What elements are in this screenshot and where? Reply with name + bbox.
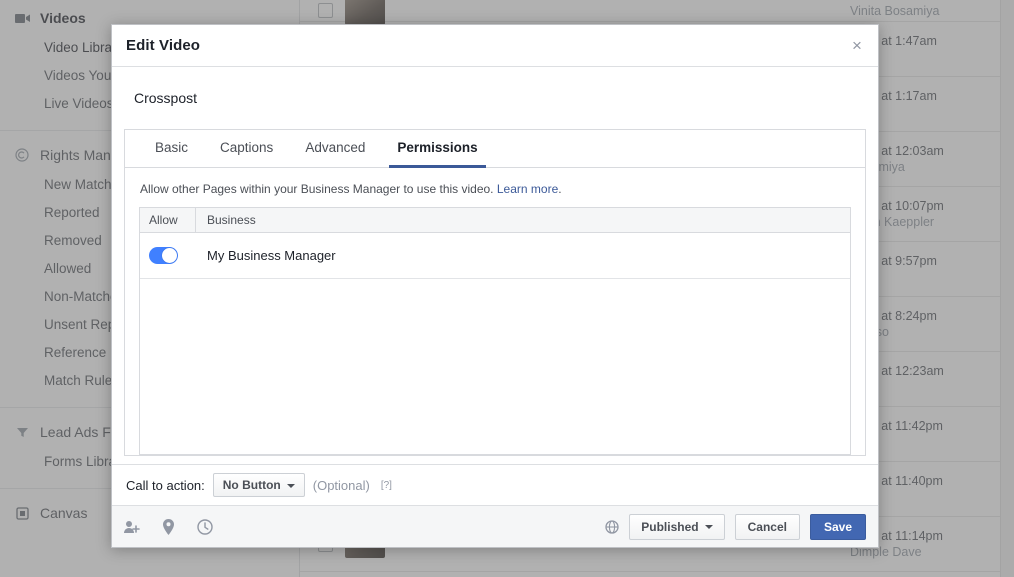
table-row: My Business Manager	[140, 233, 850, 279]
tag-person-icon[interactable]	[124, 520, 140, 534]
location-pin-icon[interactable]	[162, 518, 175, 535]
chevron-down-icon	[704, 525, 713, 530]
permissions-description-suffix: .	[558, 182, 562, 196]
dialog-action-bar: Published Cancel Save	[112, 505, 878, 547]
call-to-action-value: No Button	[222, 478, 281, 492]
column-header-business: Business	[207, 213, 256, 227]
permissions-description: Allow other Pages within your Business M…	[125, 168, 865, 197]
dialog-body: Crosspost Basic Captions Advanced Permis…	[112, 67, 878, 464]
tab-bar: Basic Captions Advanced Permissions	[125, 130, 865, 168]
close-icon[interactable]: ×	[846, 34, 868, 56]
table-header-row: Allow Business	[140, 208, 850, 233]
permissions-description-text: Allow other Pages within your Business M…	[140, 182, 494, 196]
clock-icon[interactable]	[197, 518, 213, 535]
call-to-action-bar: Call to action: No Button (Optional) [?]	[112, 464, 878, 505]
table-empty-area	[140, 279, 850, 454]
tab-captions[interactable]: Captions	[204, 140, 289, 167]
learn-more-link[interactable]: Learn more	[497, 182, 558, 196]
optional-label: (Optional)	[312, 477, 370, 493]
publish-status-select[interactable]: Published	[629, 513, 725, 540]
crosspost-section-label: Crosspost	[134, 90, 198, 106]
permissions-panel: Basic Captions Advanced Permissions Allo…	[124, 129, 866, 456]
allow-cell	[140, 233, 196, 278]
publish-status-value: Published	[641, 519, 699, 534]
dialog-header: Edit Video ×	[112, 25, 878, 67]
call-to-action-label: Call to action:	[126, 477, 205, 493]
tab-advanced[interactable]: Advanced	[289, 140, 381, 167]
chevron-down-icon	[286, 483, 295, 488]
help-icon[interactable]: [?]	[381, 480, 392, 491]
business-name-cell: My Business Manager	[207, 248, 336, 263]
cancel-button[interactable]: Cancel	[734, 513, 800, 540]
save-button[interactable]: Save	[809, 513, 866, 540]
dialog-title: Edit Video	[126, 37, 201, 54]
edit-video-dialog: Edit Video × Crosspost Basic Captions Ad…	[111, 24, 879, 548]
composer-tools	[124, 518, 213, 535]
tab-permissions[interactable]: Permissions	[381, 140, 493, 168]
tab-basic[interactable]: Basic	[139, 140, 204, 167]
toggle-knob	[162, 248, 177, 263]
globe-icon[interactable]	[605, 519, 619, 534]
business-permissions-table: Allow Business My Business Manager	[139, 207, 851, 455]
call-to-action-select[interactable]: No Button	[212, 473, 305, 497]
column-header-allow: Allow	[140, 208, 196, 232]
app-root: Videos Video Library Videos You Can Cros…	[0, 0, 1014, 577]
allow-toggle[interactable]	[149, 247, 178, 264]
